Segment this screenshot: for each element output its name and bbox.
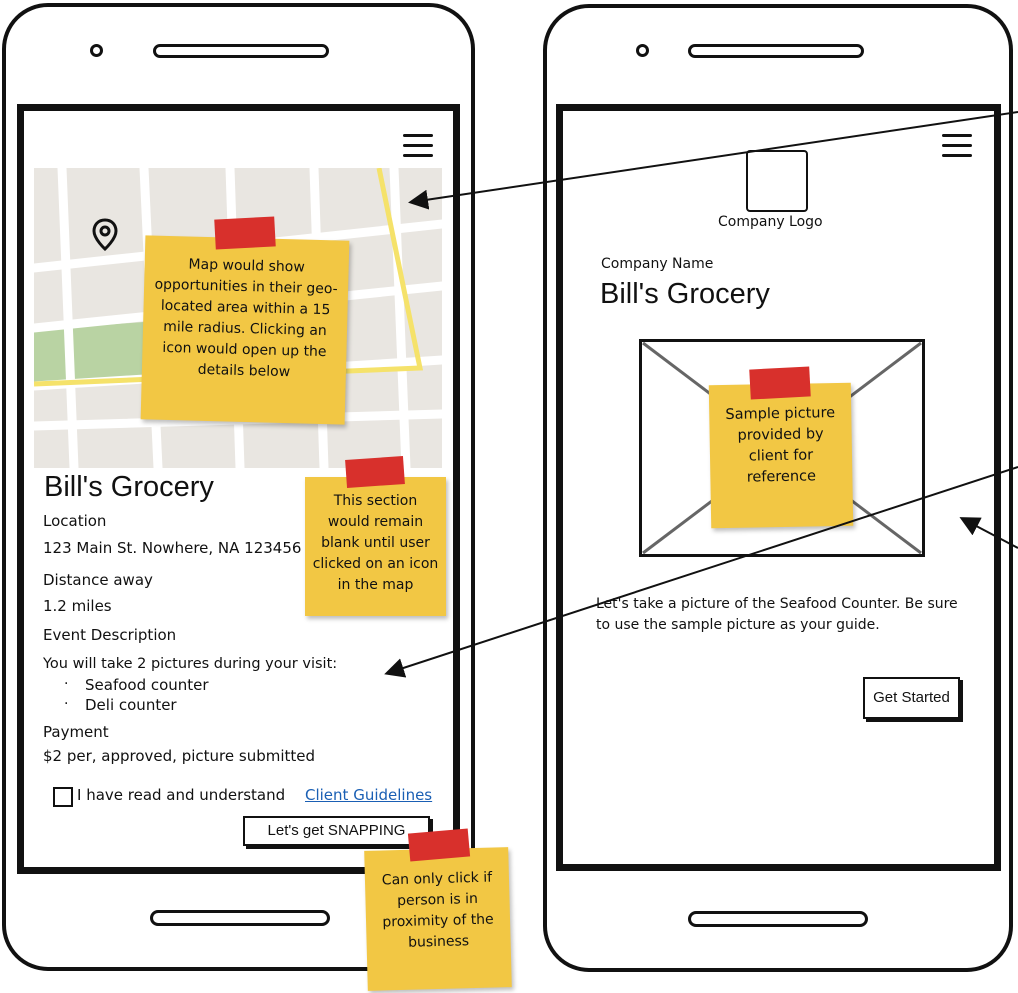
annotation-arrows bbox=[384, 111, 1018, 678]
